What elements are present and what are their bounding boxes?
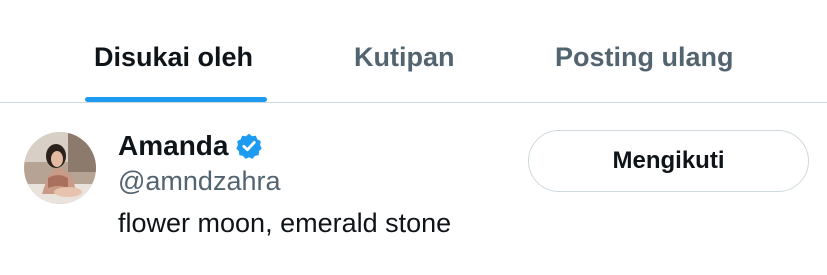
tab-liked-by[interactable]: Disukai oleh [94,42,253,73]
following-button[interactable]: Mengikuti [528,130,809,192]
user-bio: flower moon, emerald stone [118,208,452,238]
user-list-item[interactable]: Amanda @amndzahra flower moon, emerald s… [0,104,827,275]
tab-reposts[interactable]: Posting ulang [555,42,734,73]
tab-bar: Disukai oleh Kutipan Posting ulang [0,0,827,103]
user-handle[interactable]: @amndzahra [118,166,281,197]
display-name[interactable]: Amanda [118,130,228,162]
name-line: Amanda [118,130,263,162]
tab-quotes[interactable]: Kutipan [354,42,455,73]
avatar[interactable] [24,132,96,204]
active-tab-indicator [85,97,267,102]
verified-badge-icon [235,132,263,160]
